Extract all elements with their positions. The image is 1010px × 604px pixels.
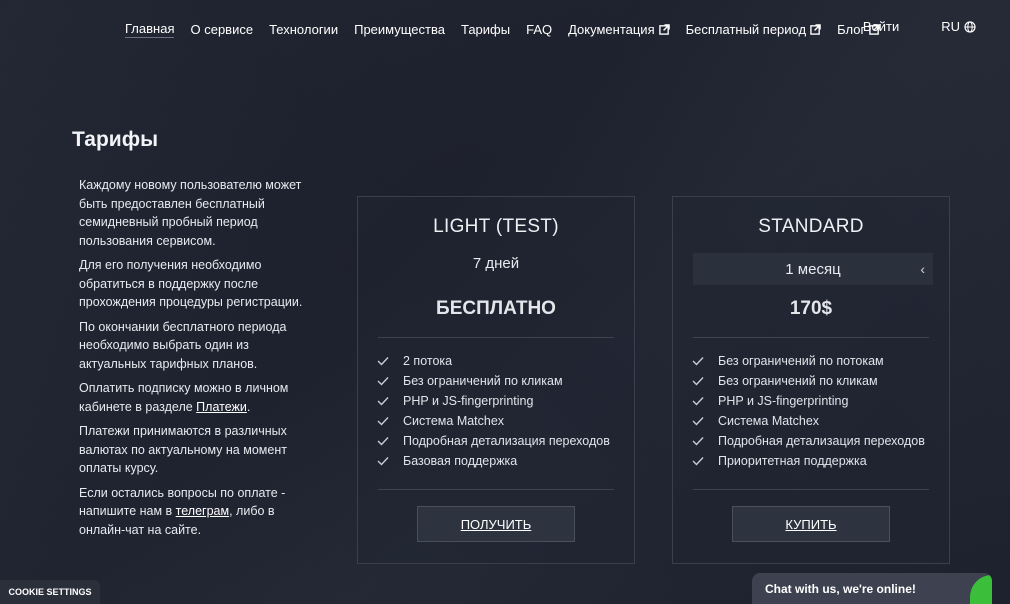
check-icon: [692, 357, 704, 366]
globe-icon: [964, 20, 976, 33]
feature-item: Без ограничений по потокам: [692, 351, 925, 371]
nav-technologies[interactable]: Технологии: [269, 22, 338, 37]
chat-widget[interactable]: Chat with us, we're online!: [752, 573, 992, 604]
period-select[interactable]: 1 месяц ‹: [693, 253, 933, 285]
cookie-settings-button[interactable]: COOKIE SETTINGS: [0, 580, 100, 604]
main-nav: Главная О сервисе Технологии Преимуществ…: [125, 19, 976, 39]
check-icon: [692, 437, 704, 446]
feature-item: Система Matchex: [377, 411, 610, 431]
feature-list: Без ограничений по потокам Без ограничен…: [692, 351, 925, 471]
telegram-link[interactable]: телеграм: [176, 504, 229, 518]
plan-name: STANDARD: [758, 216, 864, 237]
nav-label: Тарифы: [460, 21, 511, 37]
feature-label: Система Matchex: [718, 414, 820, 428]
info-text: Оплатить подписку можно в личном кабинет…: [79, 381, 289, 414]
pricing-info: Каждому новому пользователю может быть п…: [79, 176, 319, 545]
payments-link[interactable]: Платежи: [196, 400, 247, 414]
nav-label: Блог: [837, 21, 866, 37]
feature-item: PHP и JS-fingerprinting: [377, 391, 610, 411]
language-label: RU: [941, 19, 960, 34]
page-title: Тарифы: [72, 128, 159, 151]
feature-item: Подробная детализация переходов: [692, 431, 925, 451]
feature-item: Подробная детализация переходов: [377, 431, 610, 451]
nav-label: Преимущества: [354, 21, 445, 37]
nav-label: Документация: [568, 21, 655, 37]
nav-label: FAQ: [526, 21, 553, 37]
feature-label: Система Matchex: [403, 414, 505, 428]
feature-label: Без ограничений по потокам: [718, 354, 884, 368]
plan-period: 7 дней: [472, 255, 520, 272]
check-icon: [692, 377, 704, 386]
plan-card-standard: STANDARD 1 месяц ‹ 170$ Без ограничений …: [672, 196, 950, 564]
check-icon: [377, 437, 389, 446]
nav-free-trial[interactable]: Бесплатный период: [686, 22, 821, 37]
plan-price: БЕСПЛАТНО: [436, 298, 556, 319]
info-paragraph: Если остались вопросы по оплате - напиши…: [79, 484, 319, 540]
login-link[interactable]: Войти: [863, 19, 899, 34]
feature-label: Подробная детализация переходов: [718, 434, 925, 448]
feature-item: Базовая поддержка: [377, 451, 610, 471]
nav-label: Главная: [125, 20, 175, 36]
nav-label: Бесплатный период: [685, 21, 807, 37]
chat-label: Chat with us, we're online!: [765, 581, 916, 596]
feature-label: 2 потока: [403, 354, 453, 368]
nav-label: О сервисе: [190, 21, 254, 37]
check-icon: [692, 457, 704, 466]
feature-label: Приоритетная поддержка: [718, 454, 867, 468]
get-button[interactable]: ПОЛУЧИТЬ: [417, 506, 575, 542]
check-icon: [377, 377, 389, 386]
info-paragraph: Оплатить подписку можно в личном кабинет…: [79, 379, 319, 416]
plan-name: LIGHT (TEST): [433, 216, 559, 237]
nav-about[interactable]: О сервисе: [190, 22, 253, 37]
check-icon: [377, 357, 389, 366]
info-text: .: [246, 399, 251, 414]
language-selector[interactable]: RU: [941, 19, 976, 34]
nav-home[interactable]: Главная: [125, 20, 175, 38]
feature-list: 2 потока Без ограничений по кликам PHP и…: [377, 351, 610, 471]
feature-label: PHP и JS-fingerprinting: [718, 394, 849, 408]
nav-pricing[interactable]: Тарифы: [461, 22, 510, 37]
feature-item: Без ограничений по кликам: [692, 371, 925, 391]
check-icon: [377, 397, 389, 406]
info-paragraph: По окончании бесплатного периода необход…: [79, 319, 287, 371]
info-paragraph: Каждому новому пользователю может быть п…: [79, 178, 302, 248]
buy-button[interactable]: КУПИТЬ: [732, 506, 890, 542]
feature-item: 2 потока: [377, 351, 610, 371]
info-paragraph: Для его получения необходимо обратиться …: [79, 258, 303, 309]
feature-item: Без ограничений по кликам: [377, 371, 610, 391]
feature-item: Приоритетная поддержка: [692, 451, 925, 471]
feature-label: Базовая поддержка: [403, 454, 518, 468]
nav-faq[interactable]: FAQ: [526, 22, 552, 37]
online-status-indicator: [970, 575, 992, 604]
divider: [378, 489, 614, 490]
divider: [693, 337, 929, 338]
feature-label: Без ограничений по кликам: [403, 374, 563, 388]
nav-label: Технологии: [269, 21, 339, 37]
check-icon: [377, 457, 389, 466]
plan-card-light: LIGHT (TEST) 7 дней БЕСПЛАТНО 2 потока Б…: [357, 196, 635, 564]
feature-item: PHP и JS-fingerprinting: [692, 391, 925, 411]
feature-label: Без ограничений по кликам: [718, 374, 878, 388]
chevron-left-icon: ‹: [920, 261, 925, 277]
nav-docs[interactable]: Документация: [568, 22, 670, 37]
plan-price: 170$: [789, 298, 833, 319]
info-paragraph: Платежи принимаются в различных валютах …: [79, 424, 287, 475]
feature-label: PHP и JS-fingerprinting: [403, 394, 534, 408]
check-icon: [377, 417, 389, 426]
period-selected-value: 1 месяц: [785, 260, 841, 278]
external-link-icon: [810, 23, 821, 35]
nav-right: Войти RU: [863, 19, 976, 34]
nav-advantages[interactable]: Преимущества: [354, 22, 445, 37]
external-link-icon: [658, 23, 670, 35]
check-icon: [692, 417, 704, 426]
divider: [693, 489, 929, 490]
divider: [378, 337, 614, 338]
check-icon: [692, 397, 704, 406]
feature-item: Система Matchex: [692, 411, 925, 431]
feature-label: Подробная детализация переходов: [403, 434, 610, 448]
